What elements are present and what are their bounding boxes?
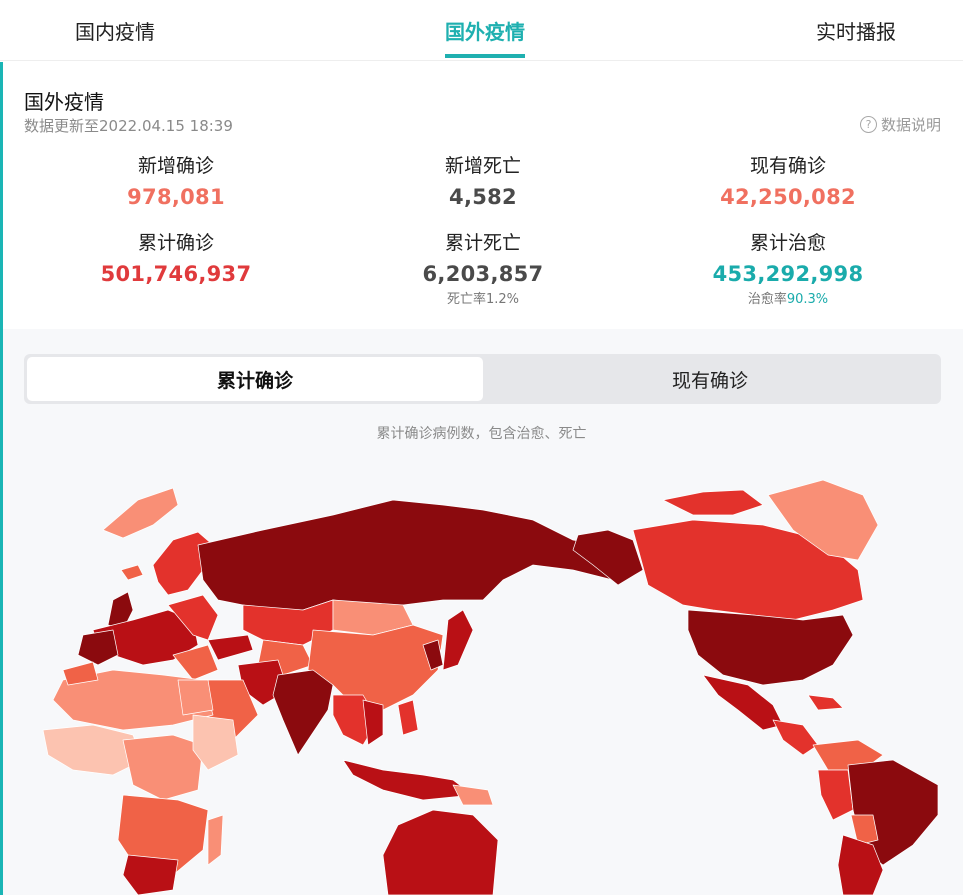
active-tab-indicator	[445, 54, 525, 58]
map-caption: 累计确诊病例数，包含治愈、死亡	[376, 426, 587, 442]
map-region-indonesia	[342, 759, 474, 801]
map-region-turkey	[207, 634, 254, 661]
tab-domestic[interactable]: 国内疫情	[75, 16, 155, 45]
question-icon: ?	[859, 116, 877, 133]
map-region-india	[272, 669, 334, 756]
stat-new-deaths: 新增死亡 4,582	[333, 151, 633, 209]
stat-label: 现有确诊	[749, 155, 826, 177]
stat-total-deaths: 累计死亡 6,203,857 死亡率1.2%	[333, 228, 633, 307]
death-rate: 死亡率1.2%	[446, 292, 520, 307]
stat-value: 453,292,998	[712, 262, 864, 286]
section-title: 国外疫情	[24, 90, 104, 114]
map-region-png	[452, 784, 494, 806]
map-region-usa	[687, 609, 854, 686]
map-region-arctic-islands	[662, 489, 764, 516]
stat-total-recovered: 累计治愈 453,292,998 治愈率90.3%	[638, 228, 938, 307]
stat-current-confirmed: 现有确诊 42,250,082	[638, 151, 938, 209]
toggle-current-confirmed[interactable]: 现有确诊	[482, 357, 938, 401]
map-region-greenland-west	[102, 487, 179, 539]
recovery-rate: 治愈率90.3%	[747, 292, 829, 307]
map-mode-toggle: 累计确诊 现有确诊	[24, 354, 941, 404]
map-region-south-africa	[122, 854, 179, 895]
stat-label: 累计死亡	[444, 232, 521, 254]
stat-value: 6,203,857	[422, 262, 544, 286]
map-region-madagascar	[207, 814, 224, 866]
tab-live-report[interactable]: 实时播报	[816, 16, 896, 45]
map-region-central-africa	[122, 734, 204, 801]
world-choropleth-map[interactable]	[3, 470, 963, 895]
stat-value: 978,081	[127, 185, 225, 209]
stat-label: 新增死亡	[444, 155, 521, 177]
stat-label: 累计治愈	[749, 232, 826, 254]
stat-value: 501,746,937	[100, 262, 252, 286]
map-region-australia	[382, 809, 499, 895]
map-region-central-america	[772, 719, 819, 756]
stat-total-confirmed: 累计确诊 501,746,937	[26, 228, 326, 286]
map-region-peru	[817, 769, 854, 821]
map-region-russia	[197, 499, 629, 611]
top-tab-bar: 国内疫情 国外疫情 实时播报	[0, 0, 963, 61]
stat-value: 4,582	[449, 185, 517, 209]
stat-label: 累计确诊	[137, 232, 214, 254]
map-region-iberia	[77, 629, 119, 666]
map-region-philippines	[397, 699, 419, 736]
map-region-egypt	[177, 679, 214, 716]
stat-value: 42,250,082	[720, 185, 856, 209]
stat-new-confirmed: 新增确诊 978,081	[26, 151, 326, 209]
data-note-label: 数据说明	[880, 116, 941, 134]
stat-label: 新增确诊	[137, 155, 214, 177]
data-note-link[interactable]: ? 数据说明	[859, 114, 941, 135]
tab-overseas[interactable]: 国外疫情	[445, 16, 525, 45]
map-region-alaska	[572, 529, 644, 586]
map-region-iceland	[120, 564, 144, 581]
map-region-caribbean	[807, 694, 844, 711]
update-timestamp: 数据更新至2022.04.15 18:39	[24, 117, 233, 135]
toggle-total-confirmed[interactable]: 累计确诊	[27, 357, 483, 401]
map-region-japan	[442, 609, 474, 671]
